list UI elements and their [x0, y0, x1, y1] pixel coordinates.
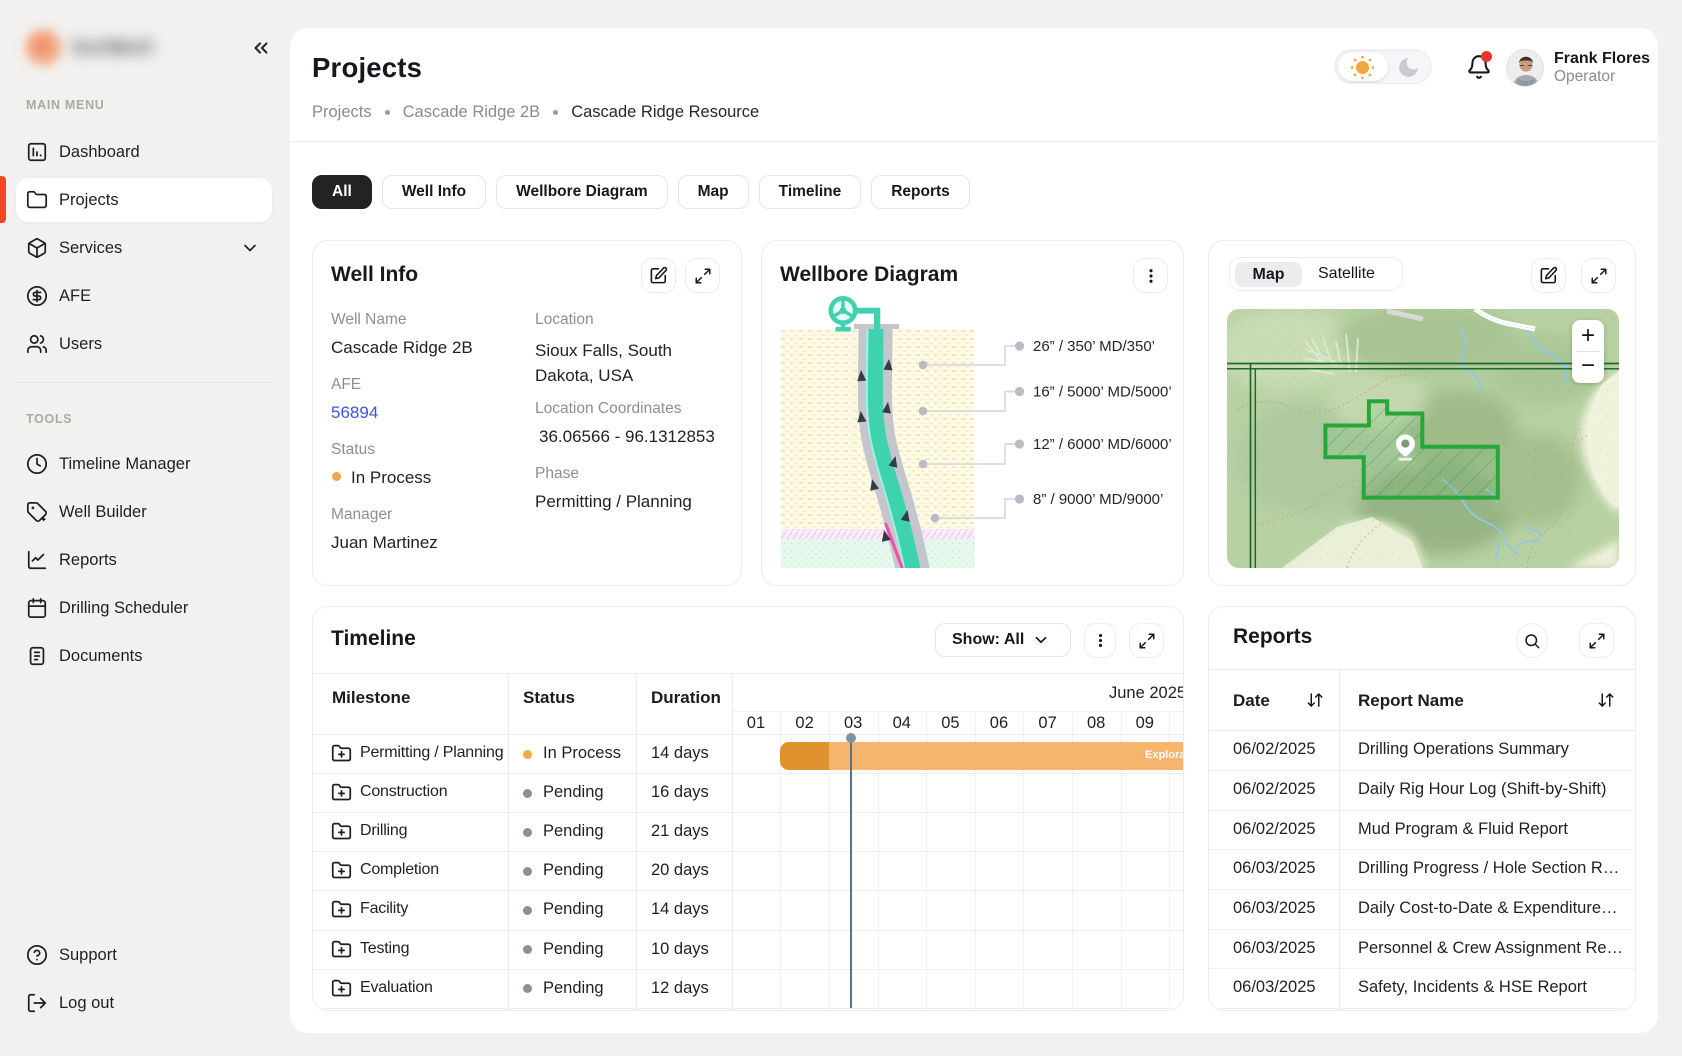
svg-text:26” / 350’ MD/350’: 26” / 350’ MD/350’ — [1033, 338, 1155, 355]
svg-text:12” / 6000’ MD/6000’: 12” / 6000’ MD/6000’ — [1033, 436, 1172, 453]
svg-text:8” / 9000’ MD/9000’: 8” / 9000’ MD/9000’ — [1033, 491, 1163, 508]
svg-text:16” / 5000’ MD/5000’: 16” / 5000’ MD/5000’ — [1033, 384, 1172, 401]
